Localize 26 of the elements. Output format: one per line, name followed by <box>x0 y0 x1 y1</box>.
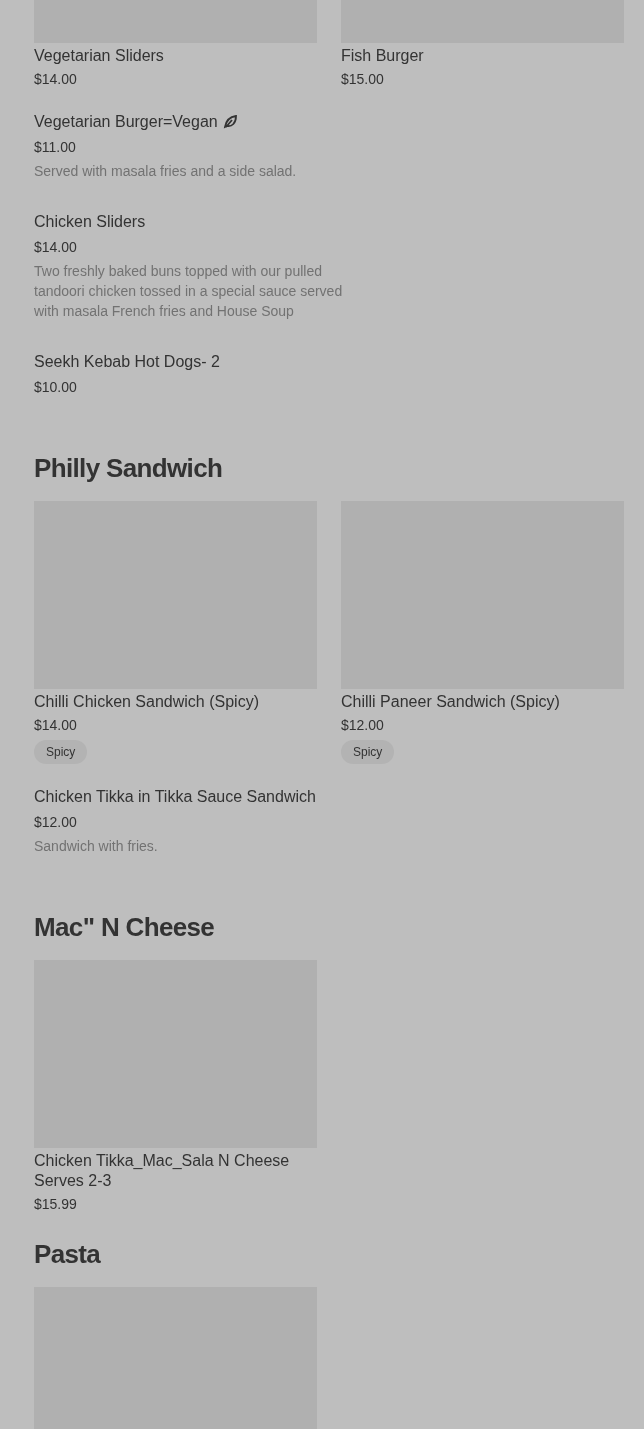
item-name: Chilli Chicken Sandwich (Spicy) <box>34 692 259 712</box>
item-name: Fish Burger <box>341 46 424 66</box>
item-name: Chicken Tikka in Tikka Sauce Sandwich <box>34 787 316 807</box>
tag-label: Spicy <box>34 740 88 764</box>
item-name: Vegetarian Sliders <box>34 46 164 66</box>
item-name: Chilli Paneer Sandwich (Spicy) <box>341 692 560 712</box>
item-price: $14.00 <box>34 716 78 735</box>
item-price: $12.00 <box>34 813 78 832</box>
section-title: Philly Sandwich <box>34 452 224 484</box>
item-description: Two freshly baked buns topped with our pulled tandoori chicken tossed in a special sauce served with masala French fries and House Soup <box>34 262 344 321</box>
item-description: Sandwich with fries. <box>34 837 159 856</box>
section-title: Pasta <box>34 1238 102 1270</box>
item-name: Chicken Tikka_Mac_Sala N Cheese Serves 2-3 <box>34 1151 291 1191</box>
item-price: $12.00 <box>341 716 385 735</box>
tag-label: Spicy <box>341 740 395 764</box>
item-price: $11.00 <box>34 138 77 157</box>
item-price: $15.00 <box>341 70 385 89</box>
item-price: $14.00 <box>34 70 78 89</box>
item-name: Vegetarian Burger=Vegan <box>34 112 218 132</box>
item-name: Seekh Kebab Hot Dogs- 2 <box>34 352 220 372</box>
item-price: $10.00 <box>34 378 78 397</box>
item-price: $15.99 <box>34 1195 78 1214</box>
item-description: Served with masala fries and a side salad. <box>34 162 298 181</box>
section-title: Mac" N Cheese <box>34 911 216 943</box>
item-price: $14.00 <box>34 238 78 257</box>
item-name: Chicken Sliders <box>34 212 146 232</box>
